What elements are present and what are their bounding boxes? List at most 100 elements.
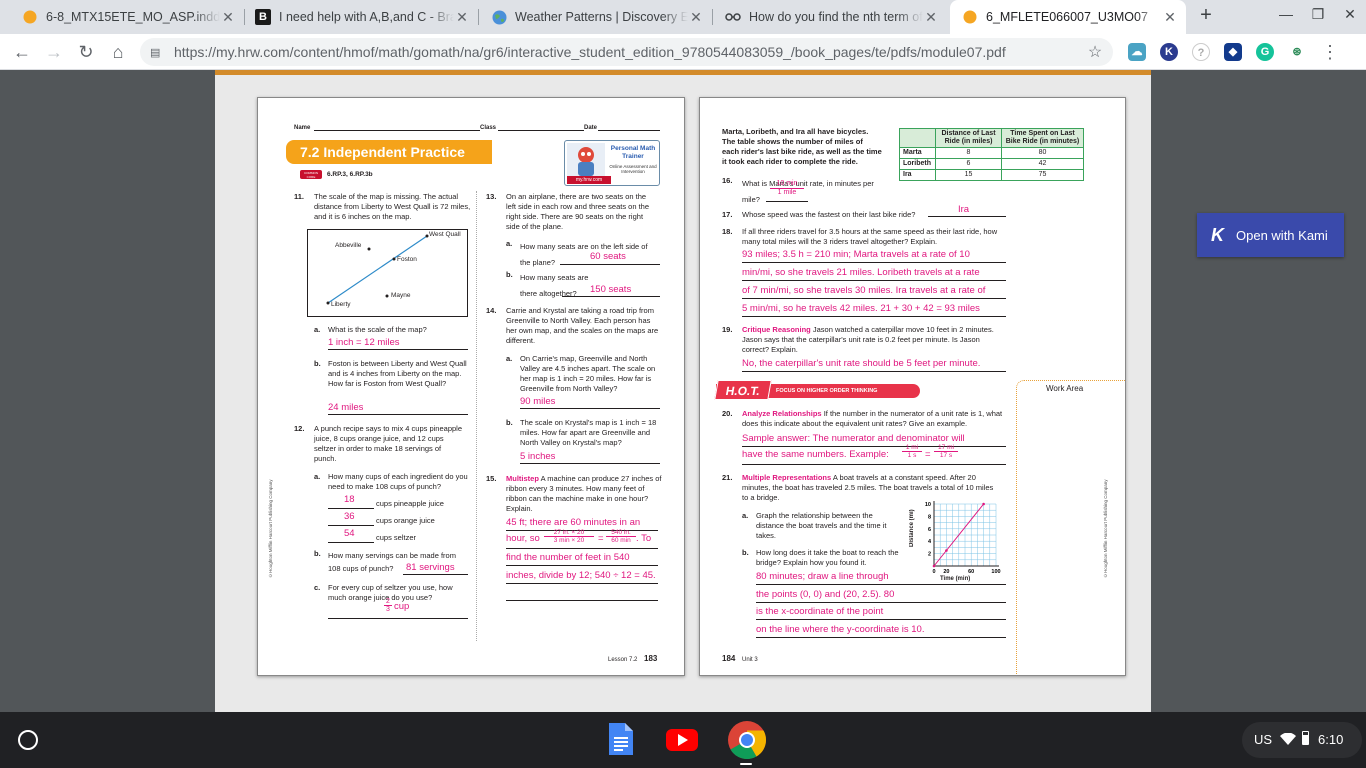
tab-title: 6_MFLETE066007_U3MO07 bbox=[986, 10, 1148, 24]
answer-text: 150 seats bbox=[590, 284, 632, 295]
chrome-icon[interactable] bbox=[727, 720, 767, 760]
part-label: b. bbox=[506, 418, 513, 427]
work-area-label: Work Area bbox=[1046, 384, 1084, 393]
answer-line-2: the points (0, 0) and (20, 2.5). 80 bbox=[756, 589, 895, 600]
youtube-icon[interactable] bbox=[665, 722, 699, 756]
question-text: The scale of the map is missing. The act… bbox=[314, 192, 471, 221]
forward-arrow-icon[interactable]: → bbox=[42, 40, 66, 64]
maximize-icon[interactable]: ❐ bbox=[1307, 6, 1329, 23]
answer-line-1: 93 miles; 3.5 h = 210 min; Marta travels… bbox=[742, 249, 970, 260]
question-number: 16. bbox=[722, 176, 733, 185]
close-window-icon[interactable]: ✕ bbox=[1339, 6, 1361, 23]
answer-line bbox=[756, 602, 1006, 603]
trainer-subtitle: Online Assessment and Intervention bbox=[609, 164, 657, 174]
answer-line bbox=[742, 298, 1006, 299]
close-icon[interactable]: ✕ bbox=[220, 9, 236, 26]
status-tray[interactable]: US 6:10 bbox=[1242, 722, 1362, 758]
table-row: Loribeth 6 42 bbox=[899, 158, 1084, 170]
table-header: Time Spent on Last Bike Ride (in minutes… bbox=[1001, 128, 1084, 148]
question-text: Whose speed was the fastest on their las… bbox=[742, 210, 916, 219]
question-number: 18. bbox=[722, 227, 733, 236]
extension-wifi-icon[interactable]: ⊛ bbox=[1288, 43, 1306, 61]
part-label: b. bbox=[742, 548, 749, 557]
fraction-numerator: 17 mi bbox=[934, 444, 958, 452]
reload-icon[interactable]: ↻ bbox=[74, 40, 98, 64]
question-number: 20. bbox=[722, 409, 733, 418]
chart-x-tick-label: 100 bbox=[991, 569, 1000, 575]
address-bar[interactable]: ▤ https://my.hrw.com/content/hmof/math/g… bbox=[140, 38, 1113, 66]
chart-y-tick-label: 4 bbox=[928, 539, 932, 545]
fraction-numerator: 2 bbox=[386, 598, 390, 605]
close-icon[interactable]: ✕ bbox=[688, 9, 704, 26]
chart-y-tick-label: 8 bbox=[928, 514, 931, 520]
answer-text: hour, so bbox=[506, 533, 540, 544]
equals-sign: = bbox=[925, 449, 931, 460]
tab-3[interactable]: Weather Patterns | Discovery Education ✕ bbox=[479, 0, 712, 34]
fraction-denominator: 3 bbox=[384, 605, 392, 613]
answer-line bbox=[766, 201, 808, 202]
table-header: Distance of Last Ride (in miles) bbox=[935, 128, 1002, 148]
answer-text: 36 bbox=[344, 511, 355, 522]
chart-y-tick-label: 2 bbox=[928, 552, 931, 558]
part-label: a. bbox=[742, 511, 749, 520]
pdf-viewer[interactable]: Name Class Date 7.2 Independent Practice… bbox=[0, 70, 1366, 712]
answer-line-3: of 7 min/mi, so she travels 30 miles. Ir… bbox=[742, 285, 986, 296]
tab-2[interactable]: B I need help with A,B,and C - Brainly ✕ bbox=[245, 0, 478, 34]
answer-line bbox=[506, 565, 658, 566]
answer-line-4: 5 min/mi, so he travels 42 miles. 21 + 3… bbox=[742, 303, 980, 314]
question-text: If all three riders travel for 3.5 hours… bbox=[742, 227, 998, 246]
pdf-page-184: Marta, Loribeth, and Ira all have bicycl… bbox=[699, 97, 1126, 676]
url-text[interactable]: https://my.hrw.com/content/hmof/math/gom… bbox=[174, 44, 1085, 60]
open-with-kami-button[interactable]: K Open with Kami bbox=[1197, 213, 1344, 257]
answer-text: . To bbox=[636, 533, 652, 544]
tab-5-active[interactable]: 6_MFLETE066007_U3MO07 ✕ bbox=[950, 0, 1186, 34]
close-icon[interactable]: ✕ bbox=[923, 9, 939, 26]
pdf-page-183: Name Class Date 7.2 Independent Practice… bbox=[257, 97, 685, 676]
table-cell: Marta bbox=[899, 147, 936, 159]
extension-grammarly-icon[interactable]: G bbox=[1256, 43, 1274, 61]
extension-kami-icon[interactable]: K bbox=[1160, 43, 1178, 61]
home-icon[interactable]: ⌂ bbox=[106, 40, 130, 64]
fraction-numerator: 27 in. × 20 bbox=[544, 529, 594, 537]
answer-fraction: 1 mi 1 s bbox=[902, 444, 922, 459]
part-label: a. bbox=[506, 354, 513, 363]
close-icon[interactable]: ✕ bbox=[1162, 9, 1178, 26]
answer-fraction: 27 in. × 20 3 min × 20 bbox=[544, 529, 594, 544]
answer-line-3: is the x-coordinate of the point bbox=[756, 606, 884, 617]
battery-icon bbox=[1302, 731, 1309, 745]
answer-line bbox=[756, 619, 1006, 620]
footer-unit: Unit 3 bbox=[742, 657, 758, 663]
extension-help-icon[interactable]: ? bbox=[1192, 43, 1210, 61]
table-cell: Ira bbox=[899, 169, 936, 181]
extension-diamond-icon[interactable]: ◆ bbox=[1224, 43, 1242, 61]
map-label-liberty: Liberty bbox=[331, 301, 351, 308]
tab-4[interactable]: How do you find the nth term of ✕ bbox=[713, 0, 947, 34]
google-docs-icon[interactable] bbox=[603, 722, 637, 756]
chart-y-tick-label: 6 bbox=[928, 527, 931, 533]
back-arrow-icon[interactable]: ← bbox=[10, 40, 34, 64]
browser-toolbar: ← → ↻ ⌂ ▤ https://my.hrw.com/content/hmo… bbox=[0, 34, 1366, 70]
question-text: Multistep A machine can produce 27 inche… bbox=[506, 474, 664, 514]
glasses-icon bbox=[725, 9, 741, 25]
answer-fraction: 10 min 1 mile bbox=[770, 180, 804, 197]
part-label: a. bbox=[506, 239, 513, 248]
menu-dots-icon[interactable]: ⋮ bbox=[1318, 40, 1342, 64]
answer-text: have the same numbers. Example: bbox=[742, 449, 889, 460]
launcher-icon[interactable] bbox=[18, 730, 38, 750]
page-info-icon[interactable]: ▤ bbox=[150, 46, 166, 59]
bookmark-star-icon[interactable]: ☆ bbox=[1085, 42, 1105, 62]
new-tab-icon[interactable]: + bbox=[1195, 4, 1217, 27]
extension-cloud-icon[interactable]: ☁ bbox=[1128, 43, 1146, 61]
answer-text: 24 miles bbox=[328, 402, 364, 413]
minimize-icon[interactable]: — bbox=[1275, 6, 1297, 22]
close-icon[interactable]: ✕ bbox=[454, 9, 470, 26]
name-class-date-row: Name Class Date bbox=[294, 123, 660, 133]
part-text: The scale on Krystal's map is 1 inch = 1… bbox=[520, 418, 657, 447]
globe-icon bbox=[491, 9, 507, 25]
question-text: A punch recipe says to mix 4 cups pineap… bbox=[314, 424, 463, 463]
part-text: On Carrie's map, Greenville and North Va… bbox=[520, 354, 656, 393]
tab-1[interactable]: 6-8_MTX15ETE_MO_ASP.indd ✕ bbox=[8, 0, 244, 34]
question-number: 15. bbox=[486, 474, 497, 483]
chart-y-label: Distance (mi) bbox=[909, 509, 915, 547]
table-cell: Loribeth bbox=[899, 158, 936, 170]
